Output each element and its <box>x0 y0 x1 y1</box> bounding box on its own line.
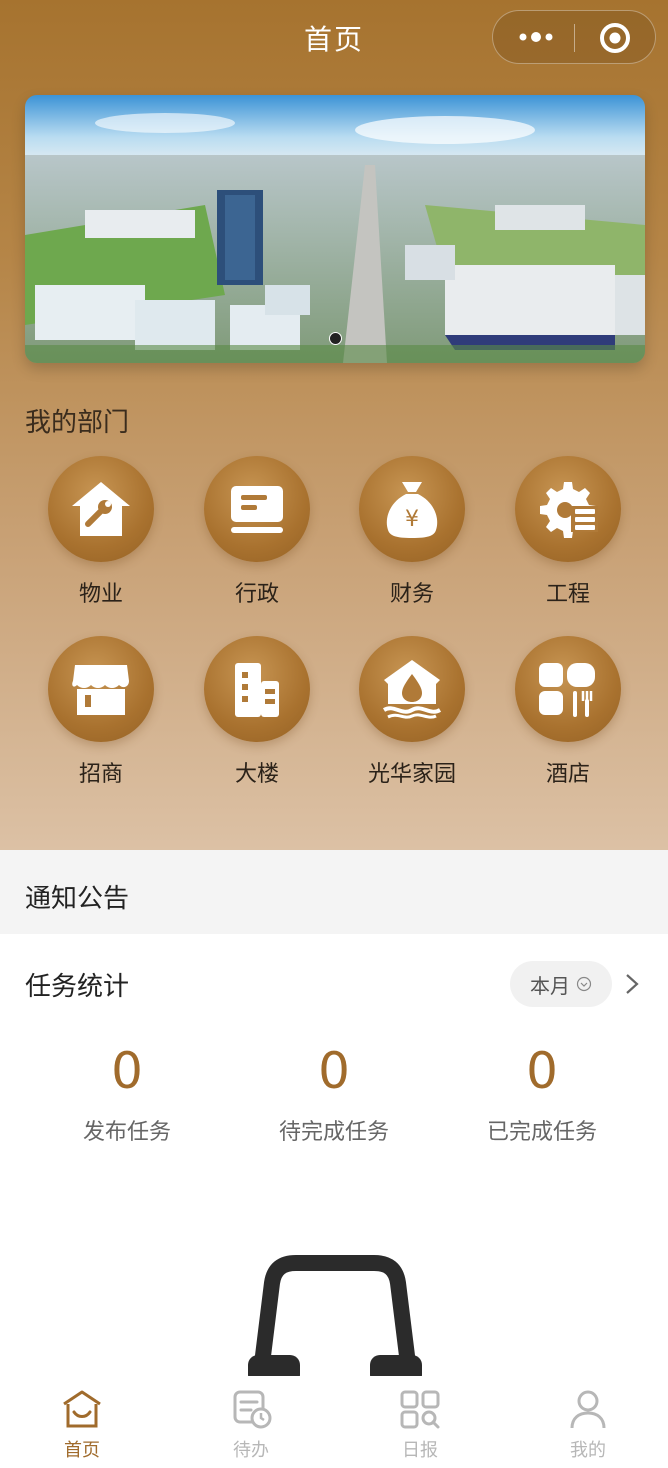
dept-icon-circle <box>515 636 621 742</box>
dept-hotel[interactable]: 酒店 <box>498 636 638 788</box>
carousel-indicator-dot[interactable] <box>329 332 342 345</box>
stat-value: 0 <box>111 1042 143 1100</box>
storefront-icon <box>72 665 129 715</box>
dept-label: 行政 <box>234 582 279 607</box>
dept-icon-circle <box>204 636 310 742</box>
user-icon <box>570 1390 606 1429</box>
empty-state-illustration <box>248 1255 422 1385</box>
tab-label: 日报 <box>402 1440 438 1461</box>
stat-value: 0 <box>526 1042 558 1100</box>
gear-icon <box>540 482 598 538</box>
task-stats-title: 任务统计 <box>25 972 130 1002</box>
dept-engineering[interactable]: 工程 <box>498 456 638 608</box>
mini-program-capsule <box>492 10 656 64</box>
period-label: 本月 <box>530 973 570 998</box>
stat-label: 发布任务 <box>82 1120 171 1145</box>
house-wrench-icon <box>72 482 130 536</box>
tab-mine[interactable]: 我的 <box>528 1388 648 1462</box>
tab-todo[interactable]: 待办 <box>191 1388 311 1462</box>
stat-label: 待完成任务 <box>278 1120 389 1145</box>
notice-section[interactable]: 通知公告 <box>0 850 668 934</box>
home-icon <box>63 1390 101 1428</box>
dept-label: 物业 <box>78 582 123 607</box>
hero-background: 首页 我的部门 物业 行政 ¥ 财务 工程 招商 大楼 光华家园 酒店 <box>0 0 668 850</box>
dept-building[interactable]: 大楼 <box>187 636 327 788</box>
target-circle-icon[interactable] <box>599 22 631 54</box>
tab-daily-report[interactable]: 日报 <box>360 1388 480 1462</box>
dept-finance[interactable]: ¥ 财务 <box>342 456 482 608</box>
home-drop-icon <box>382 660 442 719</box>
todo-clock-icon <box>233 1390 272 1429</box>
departments-title: 我的部门 <box>25 408 130 438</box>
stat-value: 0 <box>318 1042 350 1100</box>
aerial-industrial-park-photo <box>25 95 645 363</box>
dept-admin[interactable]: 行政 <box>187 456 327 608</box>
dept-label: 大楼 <box>234 762 279 787</box>
dept-guanghua-home[interactable]: 光华家园 <box>342 636 482 788</box>
bottom-tab-bar: 首页 待办 日报 我的 <box>0 1376 668 1468</box>
building-icon <box>235 663 279 717</box>
period-selector[interactable]: 本月 <box>510 961 612 1007</box>
capsule-divider <box>574 24 575 52</box>
notice-title: 通知公告 <box>25 884 130 914</box>
dept-label: 酒店 <box>545 762 590 787</box>
dept-icon-circle: ¥ <box>359 456 465 562</box>
dept-investment[interactable]: 招商 <box>31 636 171 788</box>
dept-icon-circle <box>48 456 154 562</box>
dept-icon-circle <box>48 636 154 742</box>
tab-label: 首页 <box>64 1440 100 1461</box>
tab-home[interactable]: 首页 <box>22 1388 142 1462</box>
dept-icon-circle <box>515 456 621 562</box>
money-bag-icon: ¥ <box>386 482 438 538</box>
stat-completed[interactable]: 0 已完成任务 <box>442 1040 642 1146</box>
stat-pending[interactable]: 0 待完成任务 <box>234 1040 434 1146</box>
stat-label: 已完成任务 <box>486 1120 597 1145</box>
tab-label: 待办 <box>233 1440 269 1461</box>
dept-label: 光华家园 <box>367 762 456 787</box>
cutlery-icon <box>539 663 595 717</box>
dept-label: 工程 <box>545 582 590 607</box>
dept-icon-circle <box>204 456 310 562</box>
dept-label: 财务 <box>389 582 434 607</box>
dept-label: 招商 <box>78 762 123 787</box>
tab-label: 我的 <box>570 1440 606 1461</box>
svg-text:¥: ¥ <box>405 507 419 532</box>
dept-property[interactable]: 物业 <box>31 456 171 608</box>
grid-search-icon <box>400 1390 440 1429</box>
chevron-right-icon[interactable] <box>622 972 642 996</box>
dept-icon-circle <box>359 636 465 742</box>
document-card-icon <box>231 486 283 533</box>
more-dots-icon[interactable] <box>517 25 555 49</box>
stat-published[interactable]: 0 发布任务 <box>27 1040 227 1146</box>
chevron-down-circle-icon <box>576 976 592 992</box>
banner-carousel[interactable] <box>25 95 645 363</box>
